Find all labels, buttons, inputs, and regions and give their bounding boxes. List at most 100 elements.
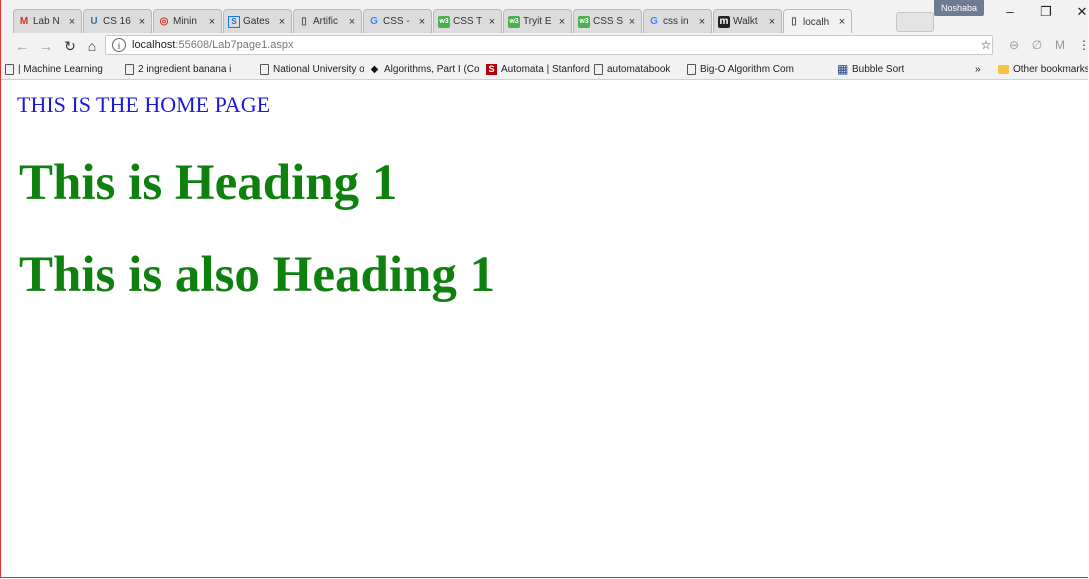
- bookmark-item[interactable]: S Automata | Stanford C: [486, 61, 590, 77]
- bookmark-item[interactable]: ▦ Bubble Sort: [837, 61, 904, 77]
- extension-m-icon[interactable]: M: [1052, 37, 1068, 53]
- close-tab-icon[interactable]: ×: [767, 16, 777, 28]
- bookmark-item[interactable]: National University of: [260, 61, 364, 77]
- tab-7[interactable]: w3 Tryit E ×: [503, 9, 572, 33]
- tab-title: CS 16: [103, 16, 131, 27]
- url-path: :55608/Lab7page1.aspx: [175, 39, 294, 51]
- bookmark-label: automatabook: [607, 63, 671, 75]
- close-tab-icon[interactable]: ×: [557, 16, 567, 28]
- reload-icon[interactable]: ↻: [61, 37, 79, 55]
- extension-link-icon[interactable]: ∅: [1029, 37, 1045, 53]
- back-arrow-icon[interactable]: ←: [13, 37, 31, 55]
- tab-4[interactable]: ▯ Artific ×: [293, 9, 362, 33]
- folder-icon: [998, 64, 1009, 74]
- close-window-button[interactable]: ✕: [1067, 2, 1088, 22]
- close-tab-icon[interactable]: ×: [347, 16, 357, 28]
- page-icon: [687, 63, 696, 75]
- address-bar[interactable]: i localhost:55608/Lab7page1.aspx: [105, 35, 993, 55]
- close-tab-icon[interactable]: ×: [697, 16, 707, 28]
- bookmarks-overflow-button[interactable]: »: [975, 61, 981, 77]
- tab-1[interactable]: U CS 16 ×: [83, 9, 152, 33]
- bookmark-item[interactable]: automatabook: [594, 61, 670, 77]
- ucla-icon: U: [90, 15, 98, 27]
- page-icon: [260, 63, 269, 75]
- tab-strip: M Lab N × U CS 16 × ◎ Minin × S Gates × ▯ Artific × G CS…: [1, 0, 1088, 34]
- tab-8[interactable]: w3 CSS S ×: [573, 9, 642, 33]
- tab-9[interactable]: Gcss in ×: [643, 9, 712, 33]
- tab-title: Lab N: [33, 16, 60, 27]
- google-icon: G: [370, 15, 378, 27]
- page-icon: [5, 63, 14, 75]
- close-tab-icon[interactable]: ×: [207, 16, 217, 28]
- tab-title: css in: [663, 16, 689, 27]
- tab-3[interactable]: S Gates ×: [223, 9, 292, 33]
- close-tab-icon[interactable]: ×: [417, 16, 427, 28]
- m-icon: m: [718, 15, 730, 28]
- url-host: localhost: [132, 39, 176, 51]
- browser-window: M Lab N × U CS 16 × ◎ Minin × S Gates × ▯ Artific × G CS…: [0, 0, 1088, 578]
- bookmark-label: | Machine Learning: [18, 63, 103, 75]
- target-icon: ◎: [159, 15, 169, 27]
- tab-title: Artific: [313, 16, 338, 27]
- extension-globe-icon[interactable]: ⊖: [1006, 37, 1022, 53]
- restore-button[interactable]: ❐: [1031, 2, 1061, 22]
- page-icon: [594, 63, 603, 75]
- tab-6[interactable]: w3 CSS T ×: [433, 9, 502, 33]
- tab-11[interactable]: ▯ localh ×: [783, 9, 852, 34]
- w3-icon: w3: [438, 15, 450, 28]
- tab-10[interactable]: m Walkt ×: [713, 9, 782, 33]
- bookmark-item[interactable]: Big-O Algorithm Com: [687, 61, 794, 77]
- s-icon: S: [486, 63, 497, 75]
- toolbar: ← → ↻ ⌂ i localhost:55608/Lab7page1.aspx…: [1, 33, 1088, 59]
- bookmark-label: Big-O Algorithm Com: [700, 63, 794, 75]
- close-tab-icon[interactable]: ×: [487, 16, 497, 28]
- home-page-text: THIS IS THE HOME PAGE: [17, 92, 271, 117]
- tab-title: CSS T: [453, 16, 483, 27]
- profile-button[interactable]: Noshaba: [934, 0, 984, 16]
- gmail-icon: M: [19, 15, 29, 27]
- info-icon[interactable]: i: [112, 38, 126, 52]
- other-bookmarks-folder[interactable]: Other bookmarks: [998, 61, 1088, 77]
- home-icon[interactable]: ⌂: [83, 37, 101, 55]
- star-icon[interactable]: ☆: [978, 37, 994, 53]
- tab-2[interactable]: ◎ Minin ×: [153, 9, 222, 33]
- minimize-button[interactable]: –: [995, 2, 1025, 22]
- tab-title: CSS S: [593, 16, 624, 27]
- page-content: THIS IS THE HOME PAGE This is Heading 1 …: [2, 80, 1088, 577]
- bookmark-item[interactable]: ◆ Algorithms, Part I (Co: [369, 61, 480, 77]
- bookmark-label: Algorithms, Part I (Co: [384, 63, 480, 75]
- heading-1: This is Heading 1: [19, 155, 398, 211]
- bookmark-item[interactable]: | Machine Learning: [5, 61, 103, 77]
- tab-title: Tryit E: [523, 16, 552, 27]
- bookmarks-bar: | Machine Learning 2 ingredient banana i N…: [1, 59, 1088, 80]
- tab-title: Gates: [243, 16, 270, 27]
- page-icon: ▯: [301, 15, 307, 27]
- close-tab-icon[interactable]: ×: [277, 16, 287, 28]
- close-tab-icon[interactable]: ×: [627, 16, 637, 28]
- heading-2: This is also Heading 1: [19, 247, 496, 303]
- grid-icon: ▦: [837, 61, 849, 76]
- bookmark-label: National University of: [273, 63, 364, 75]
- diamond-icon: ◆: [370, 63, 379, 75]
- tab-title: Minin: [173, 16, 197, 27]
- bookmark-label: Automata | Stanford C: [501, 63, 590, 75]
- menu-dots-icon[interactable]: ⋮: [1076, 37, 1088, 53]
- bookmark-item[interactable]: 2 ingredient banana i: [125, 61, 231, 77]
- page-icon: [125, 63, 134, 75]
- tab-title: CSS -: [383, 16, 410, 27]
- tab-title: Walkt: [733, 16, 758, 27]
- tab-5[interactable]: G CSS - ×: [363, 9, 432, 33]
- s-icon: S: [228, 15, 240, 28]
- tab-title: localh: [803, 16, 830, 28]
- tab-0[interactable]: M Lab N ×: [13, 9, 82, 33]
- google-icon: G: [650, 15, 658, 27]
- close-tab-icon[interactable]: ×: [137, 16, 147, 28]
- bookmark-label: 2 ingredient banana i: [138, 63, 232, 75]
- bookmark-label: Bubble Sort: [852, 63, 905, 75]
- w3-icon: w3: [578, 15, 590, 28]
- close-tab-icon[interactable]: ×: [67, 16, 77, 28]
- forward-arrow-icon[interactable]: →: [37, 37, 55, 55]
- close-tab-icon[interactable]: ×: [837, 16, 847, 28]
- new-tab-button[interactable]: [896, 12, 934, 32]
- w3-icon: w3: [508, 15, 520, 28]
